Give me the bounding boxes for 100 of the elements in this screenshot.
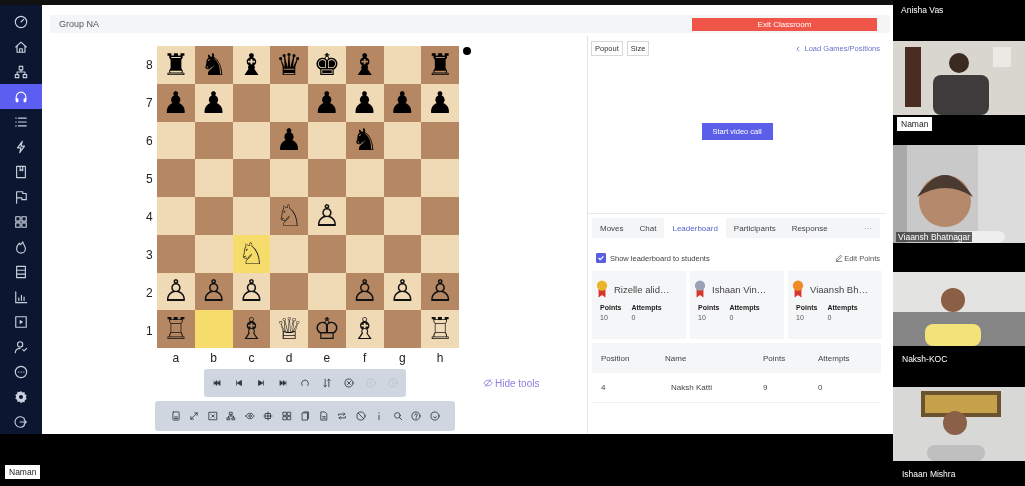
board-square[interactable] [270, 272, 308, 311]
chess-piece[interactable]: ♝ [351, 49, 379, 80]
rank-label: 8 [146, 57, 154, 74]
chess-piece[interactable]: ♞ [200, 49, 228, 80]
undo-icon [300, 378, 310, 388]
chess-piece[interactable]: ♙ [351, 276, 379, 307]
checkbox[interactable] [596, 253, 606, 263]
board-square[interactable] [308, 234, 346, 273]
file-icon [318, 411, 329, 421]
board-square[interactable] [383, 197, 422, 235]
rank-label: 4 [146, 209, 154, 226]
medal-icon [596, 278, 608, 300]
chess-piece[interactable]: ♘ [237, 238, 265, 269]
student-name: Viaansh Bh… [810, 283, 868, 295]
participant-name: Ishaan Mishra [902, 469, 956, 479]
rank-label: 1 [146, 323, 154, 340]
settings-icon [14, 389, 28, 404]
chat-icon [14, 364, 28, 379]
board-square[interactable] [383, 234, 422, 273]
gauge-icon [14, 14, 28, 29]
board-square[interactable] [421, 121, 459, 160]
tab[interactable]: Participants [725, 218, 784, 238]
board-square[interactable]: ♙ [194, 272, 233, 311]
chess-piece[interactable]: ♙ [388, 276, 416, 307]
close-box-icon [207, 411, 218, 421]
board-square[interactable] [194, 310, 233, 348]
participant-name: Naman [5, 465, 41, 479]
board-square[interactable]: ♝ [345, 46, 384, 84]
chess-piece[interactable]: ♙ [200, 276, 228, 307]
board-square[interactable]: ♞ [194, 46, 233, 84]
board-square[interactable] [194, 234, 233, 273]
board-square[interactable] [270, 234, 308, 273]
user-icon [14, 339, 28, 354]
chess-piece[interactable]: ♙ [237, 276, 265, 307]
eye-slash-icon [483, 378, 493, 388]
rank-label: 5 [146, 171, 154, 188]
board-square[interactable] [232, 83, 271, 122]
participant-name: Anisha Vas [901, 5, 945, 15]
board-square[interactable] [383, 46, 422, 84]
file-label: a [171, 351, 181, 365]
board-square[interactable]: ♟ [194, 83, 233, 122]
tab[interactable]: Chat [631, 218, 665, 238]
chess-piece[interactable]: ♟ [200, 87, 228, 118]
file-label: c [247, 351, 256, 365]
column-header: Position [601, 353, 631, 363]
board-square[interactable]: ♙ [383, 272, 422, 311]
medal-icon [792, 278, 804, 300]
play-icon [14, 314, 28, 329]
board-square[interactable] [270, 83, 308, 122]
board-square[interactable] [308, 272, 346, 311]
tab[interactable]: Response [783, 218, 836, 238]
board-square[interactable] [194, 197, 233, 235]
file-label: f [361, 351, 368, 365]
first-icon [212, 378, 222, 388]
board-square[interactable] [232, 159, 271, 197]
board-square[interactable]: ♗ [345, 310, 384, 348]
board-square[interactable] [421, 234, 459, 273]
board-square[interactable]: ♗ [232, 310, 271, 348]
tab[interactable]: Leaderboard [664, 218, 726, 238]
board-square[interactable] [383, 310, 422, 348]
exit-classroom-button[interactable]: Exit Classroom [692, 17, 877, 31]
chess-piece[interactable]: ♞ [351, 125, 379, 156]
search-icon [392, 411, 403, 421]
copy-icon [300, 411, 310, 421]
chevron-left-icon [794, 45, 801, 52]
help-icon [411, 411, 421, 421]
hide-tools-link[interactable]: Hide tools [483, 377, 540, 389]
chess-piece[interactable]: ♟ [351, 87, 379, 118]
board-square[interactable]: ♙ [232, 272, 271, 311]
board-square[interactable]: ♙ [345, 272, 384, 311]
board-square[interactable] [383, 159, 422, 197]
board-square[interactable]: ♞ [345, 121, 384, 160]
board-square[interactable]: ♘ [232, 234, 271, 273]
medal-icon [694, 278, 706, 300]
expand-icon [189, 411, 199, 421]
board-square[interactable] [157, 234, 195, 273]
tab[interactable]: Moves [592, 218, 632, 238]
board-square[interactable] [345, 159, 384, 197]
board-square[interactable] [308, 121, 346, 160]
chess-piece[interactable]: ♗ [237, 314, 265, 345]
board-square[interactable]: ♟ [383, 83, 422, 122]
board-square[interactable] [345, 234, 384, 273]
board-square[interactable] [232, 197, 271, 235]
crosshair-icon [263, 411, 273, 421]
board-square[interactable] [232, 121, 271, 160]
chess-piece[interactable]: ♝ [237, 49, 265, 80]
table-cell-text: 0 [818, 383, 824, 392]
board-square[interactable] [194, 159, 233, 197]
chess-piece[interactable]: ♗ [351, 314, 379, 345]
pencil-icon [835, 254, 844, 262]
board-square[interactable] [157, 121, 195, 160]
participant-name: Naman [897, 117, 933, 131]
board-square[interactable]: ♝ [232, 46, 271, 84]
block-icon [355, 411, 366, 421]
board-square[interactable]: ♟ [345, 83, 384, 122]
chess-piece[interactable]: ♟ [388, 87, 416, 118]
board-square[interactable] [345, 197, 384, 235]
board-square[interactable] [194, 121, 233, 160]
board-square[interactable] [383, 121, 422, 160]
file-label: h [435, 351, 445, 365]
